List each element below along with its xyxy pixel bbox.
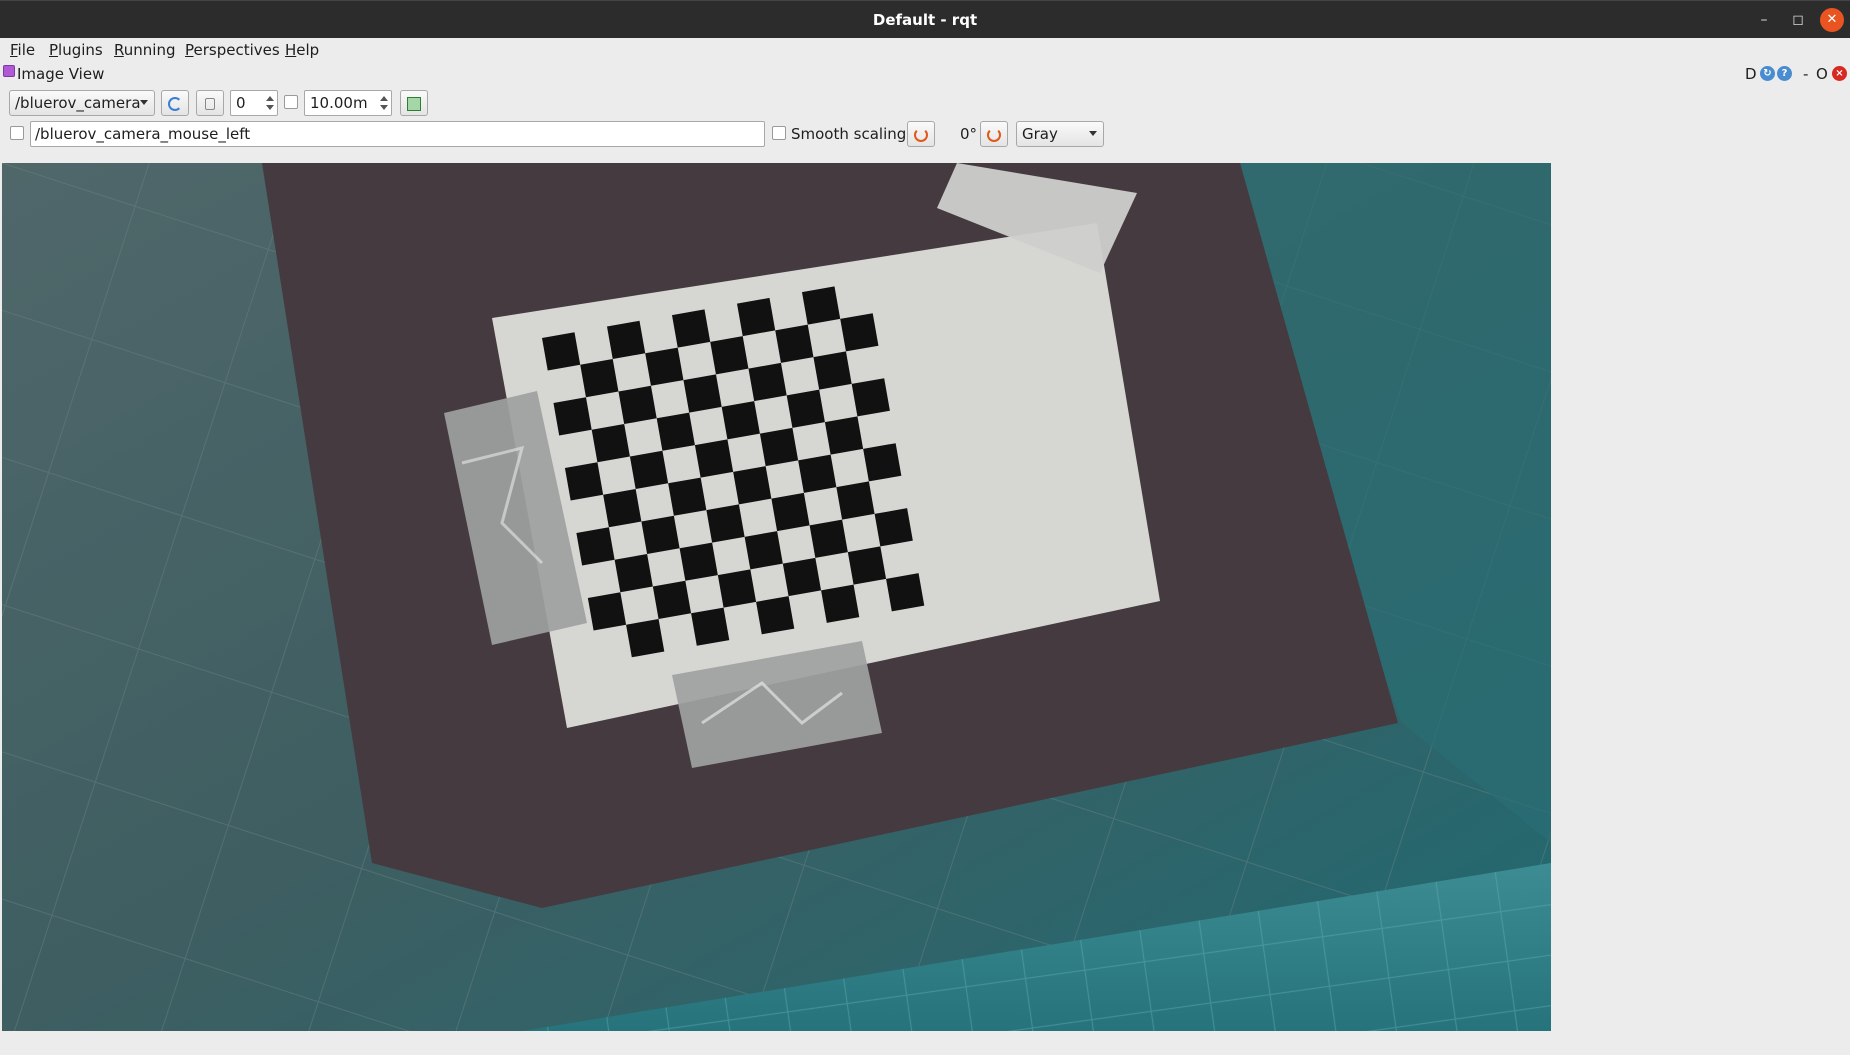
- restore-icon[interactable]: ◻: [1786, 8, 1810, 32]
- zoom-icon: [205, 97, 215, 110]
- menu-file-label: ile: [17, 41, 36, 59]
- save-image-button[interactable]: [400, 90, 428, 116]
- rotate-right-icon: [987, 127, 1001, 142]
- image-view-icon: [3, 65, 15, 77]
- toolbar-mouse: /bluerov_camera_mouse_left Smooth scalin…: [0, 120, 1850, 150]
- mouse-topic-input[interactable]: /bluerov_camera_mouse_left: [30, 121, 765, 147]
- window-title: Default - rqt: [872, 11, 978, 29]
- menu-perspectives-mnemonic: P: [185, 41, 194, 59]
- dock-toggle-button[interactable]: D: [1745, 64, 1757, 84]
- publish-mouse-checkbox[interactable]: [10, 126, 24, 140]
- save-image-icon: [407, 96, 421, 111]
- camera-image-view[interactable]: [2, 163, 1551, 1031]
- spin-down-icon[interactable]: [380, 105, 388, 110]
- rotate-right-button[interactable]: [980, 121, 1008, 147]
- max-range-value: 10.00m: [310, 94, 368, 112]
- menu-running-label: unning: [123, 41, 176, 59]
- close-plugin-icon[interactable]: ×: [1832, 66, 1847, 81]
- float-plugin-button[interactable]: O: [1816, 64, 1828, 84]
- color-scheme-value: Gray: [1022, 125, 1058, 143]
- menu-help[interactable]: Help: [285, 40, 319, 60]
- menu-help-mnemonic: H: [285, 41, 297, 59]
- smooth-scaling-label: Smooth scaling: [791, 125, 907, 143]
- menu-help-label: elp: [296, 41, 320, 59]
- plugin-header: Image View D ↻ ? - O ×: [0, 62, 1850, 86]
- menu-perspectives[interactable]: Perspectives: [185, 40, 280, 60]
- close-icon[interactable]: ✕: [1820, 8, 1844, 32]
- menu-plugins-label: lugins: [58, 41, 103, 59]
- spin-up-icon[interactable]: [266, 96, 274, 101]
- minimize-icon[interactable]: –: [1752, 8, 1776, 32]
- menu-plugins[interactable]: Plugins: [49, 40, 103, 60]
- smooth-scaling-checkbox[interactable]: [772, 126, 786, 140]
- menu-bar: File Plugins Running Perspectives Help: [0, 38, 1850, 62]
- status-bar: [0, 1034, 1850, 1055]
- color-scheme-select[interactable]: Gray: [1016, 121, 1104, 147]
- chevron-down-icon: [140, 100, 148, 105]
- help-icon[interactable]: ?: [1777, 66, 1792, 81]
- refresh-icon: [168, 96, 182, 111]
- dynamic-range-checkbox[interactable]: [284, 95, 298, 109]
- refresh-topics-button[interactable]: [161, 90, 189, 116]
- menu-plugins-mnemonic: P: [49, 41, 59, 59]
- mouse-topic-value: /bluerov_camera_mouse_left: [35, 125, 251, 143]
- max-range-spinbox[interactable]: 10.00m: [304, 90, 392, 116]
- zoom-button[interactable]: [196, 90, 224, 116]
- rotate-left-button[interactable]: [907, 121, 935, 147]
- spin-down-icon[interactable]: [266, 105, 274, 110]
- chevron-down-icon: [1089, 131, 1097, 136]
- camera-image: [2, 163, 1551, 1031]
- menu-file-mnemonic: F: [10, 41, 18, 59]
- rotation-label: 0°: [960, 125, 978, 143]
- window-titlebar: Default - rqt – ◻ ✕: [0, 0, 1850, 38]
- plugin-title: Image View: [17, 65, 105, 83]
- zoom-spinbox[interactable]: 0: [230, 90, 278, 116]
- rotate-left-icon: [914, 127, 928, 142]
- menu-running-mnemonic: R: [114, 41, 124, 59]
- zoom-spinbox-value: 0: [236, 94, 246, 112]
- topic-select[interactable]: /bluerov_camera: [9, 90, 155, 116]
- menu-running[interactable]: Running: [114, 40, 175, 60]
- menu-file[interactable]: File: [10, 40, 35, 60]
- spin-up-icon[interactable]: [380, 96, 388, 101]
- reload-icon[interactable]: ↻: [1760, 66, 1775, 81]
- topic-select-value: /bluerov_camera: [15, 94, 141, 112]
- toolbar-topic: /bluerov_camera 0 10.00m: [0, 88, 1850, 118]
- menu-perspectives-label: erspectives: [193, 41, 280, 59]
- minimize-plugin-button[interactable]: -: [1803, 64, 1808, 84]
